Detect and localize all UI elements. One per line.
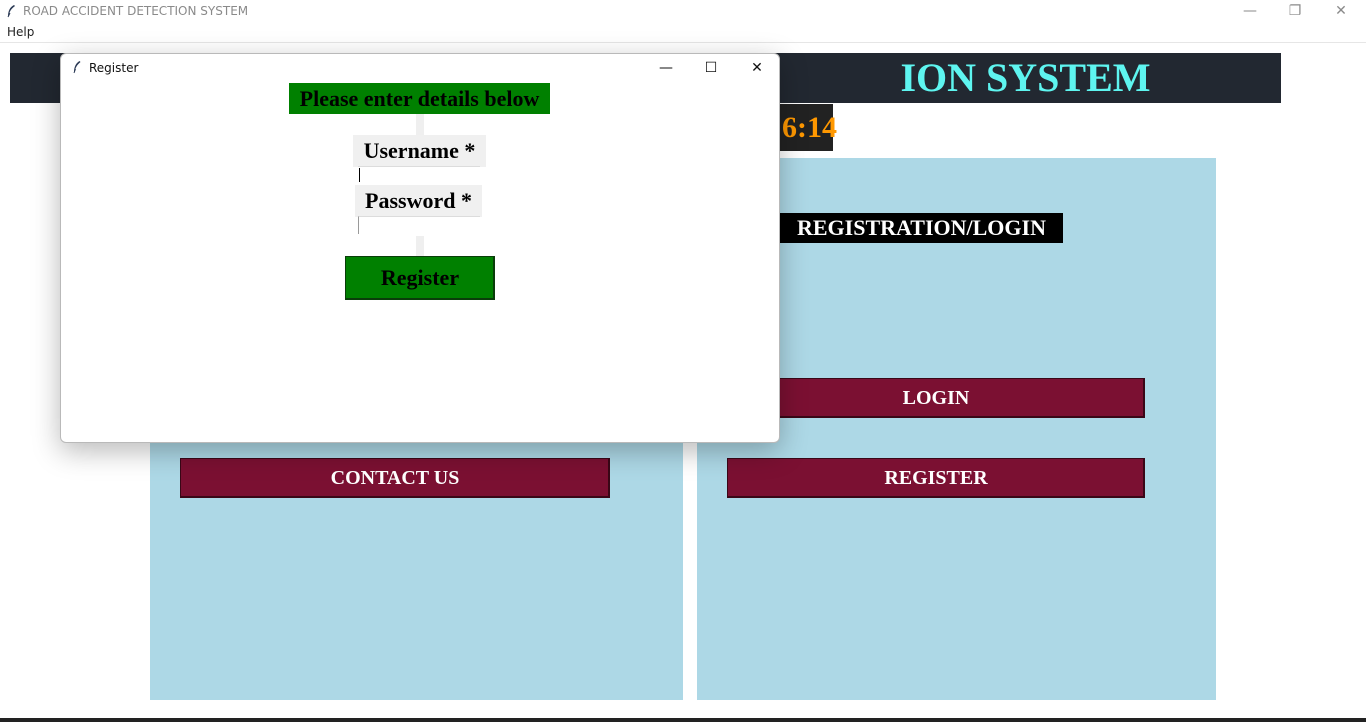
minimize-button[interactable]: —	[1227, 0, 1273, 22]
menu-help[interactable]: Help	[7, 25, 34, 39]
instruction-label: Please enter details below	[289, 83, 550, 114]
contact-us-button[interactable]: CONTACT US	[180, 458, 610, 498]
restore-button[interactable]: ❐	[1272, 0, 1318, 22]
window-title: ROAD ACCIDENT DETECTION SYSTEM	[23, 4, 249, 18]
dialog-title: Register	[89, 61, 139, 75]
login-button[interactable]: LOGIN	[727, 378, 1145, 418]
menubar	[0, 22, 1366, 43]
username-label: Username *	[353, 135, 486, 167]
dialog-register-button[interactable]: Register	[345, 256, 495, 300]
spacer	[416, 236, 424, 256]
header-title-text: ION SYSTEM	[900, 55, 1151, 100]
spacer	[416, 114, 424, 135]
text-caret	[359, 168, 360, 182]
feather-icon	[73, 61, 81, 74]
clock-value: 6:14	[782, 111, 837, 144]
password-field[interactable]	[358, 216, 480, 234]
feather-icon	[7, 5, 15, 18]
close-button[interactable]: ✕	[1318, 0, 1364, 22]
registration-login-label: REGISTRATION/LOGIN	[780, 213, 1063, 243]
password-label: Password *	[355, 185, 482, 217]
dialog-maximize-button[interactable]: ☐	[688, 55, 734, 81]
dialog-close-button[interactable]: ✕	[734, 55, 780, 81]
bottom-edge	[0, 718, 1366, 722]
register-button[interactable]: REGISTER	[727, 458, 1145, 498]
dialog-minimize-button[interactable]: —	[643, 55, 689, 81]
username-field[interactable]	[358, 166, 480, 184]
